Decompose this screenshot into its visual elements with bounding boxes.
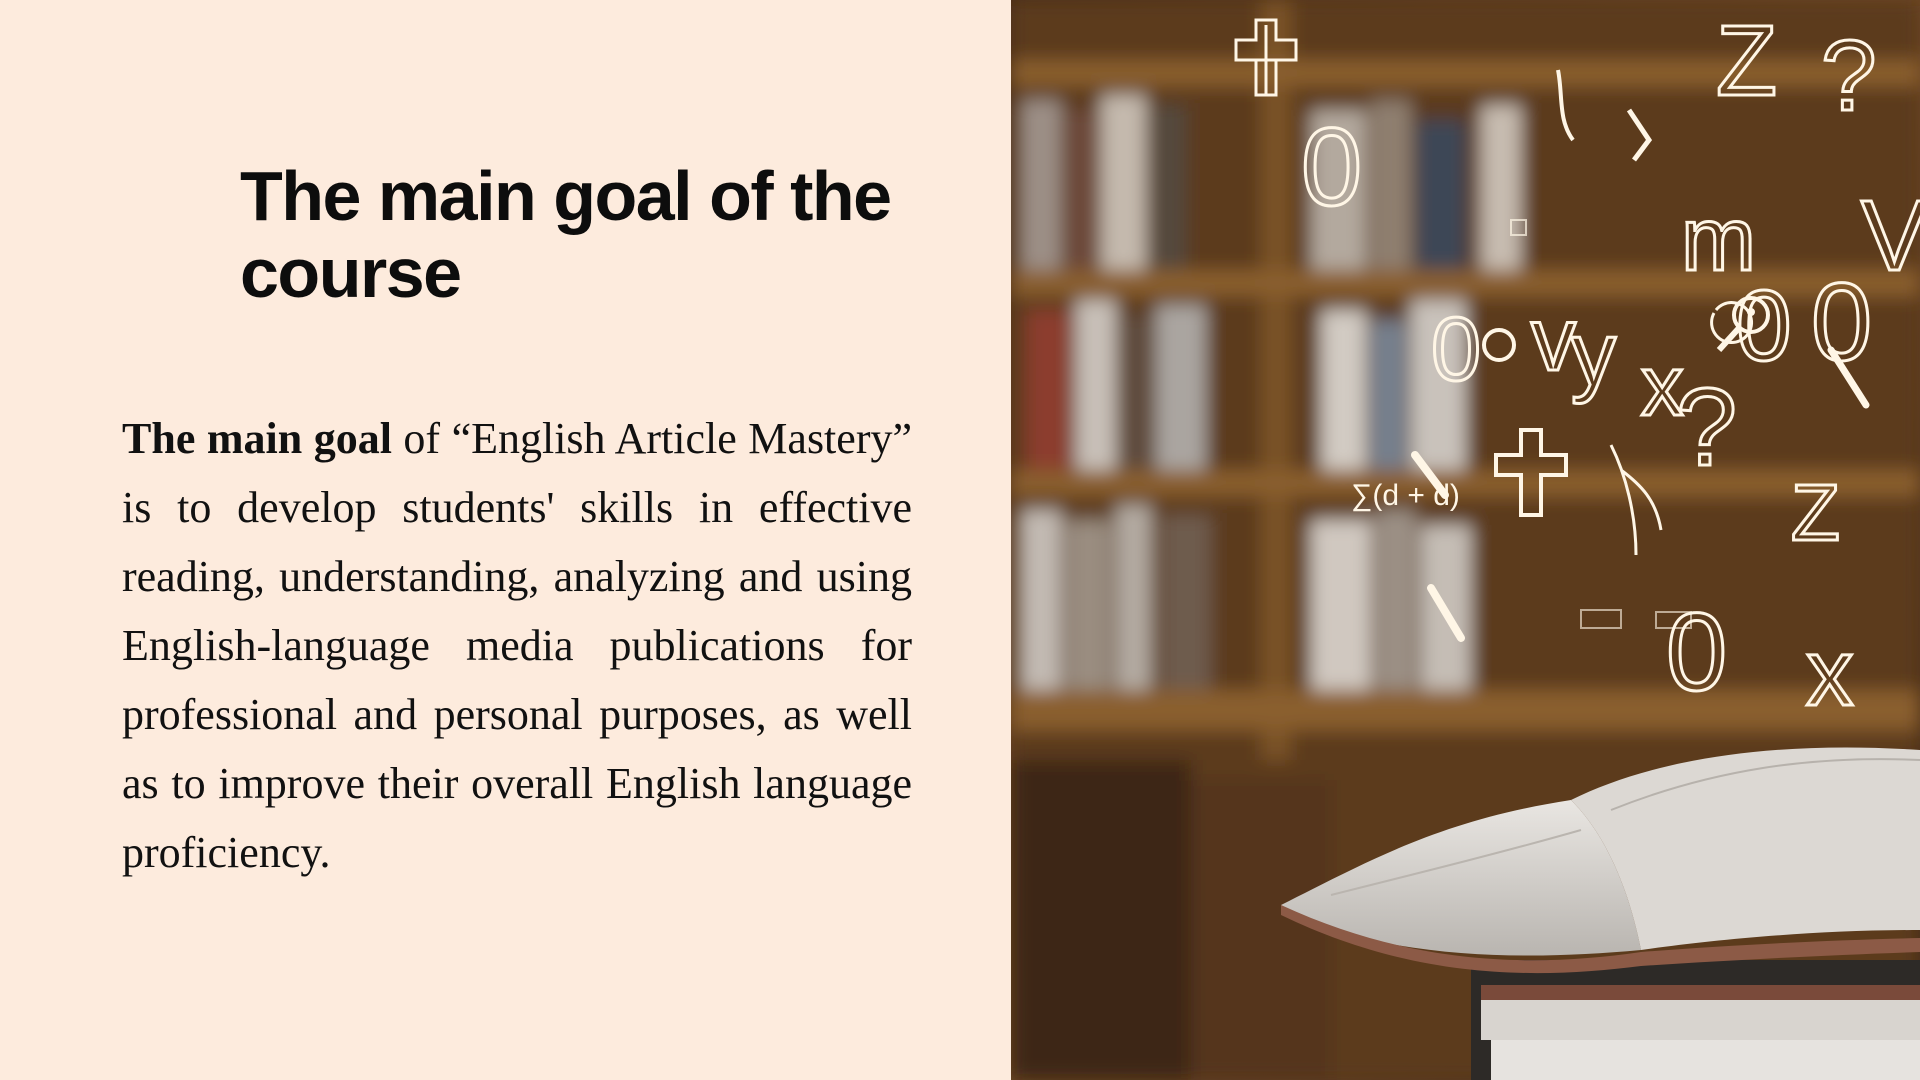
library-photo: 0 0 0 0 0 y v x x ? ? Z Z m V ∑(d + d) xyxy=(1011,0,1920,1080)
svg-text:x: x xyxy=(1806,620,1854,726)
svg-text:m: m xyxy=(1681,190,1756,290)
svg-text:y: y xyxy=(1571,305,1616,405)
svg-text:v: v xyxy=(1531,290,1576,390)
svg-text:?: ? xyxy=(1676,366,1737,489)
svg-text:0: 0 xyxy=(1301,106,1362,229)
library-books-icon: 0 0 0 0 0 y v x x ? ? Z Z m V ∑(d + d) xyxy=(1011,0,1920,1080)
body-text: of “English Article Mastery” is to devel… xyxy=(122,414,912,877)
svg-text:?: ? xyxy=(1821,20,1877,132)
svg-text:0: 0 xyxy=(1666,591,1727,714)
svg-text:0: 0 xyxy=(1431,300,1481,400)
slide-title: The main goal of the course xyxy=(240,157,892,312)
svg-text:Z: Z xyxy=(1716,5,1777,117)
text-panel: The main goal of the course The main goa… xyxy=(0,0,1011,1080)
svg-text:V: V xyxy=(1861,180,1920,292)
svg-text:Z: Z xyxy=(1791,468,1840,557)
body-bold-lead: The main goal xyxy=(122,414,392,463)
slide-body: The main goal of “English Article Master… xyxy=(122,404,912,887)
